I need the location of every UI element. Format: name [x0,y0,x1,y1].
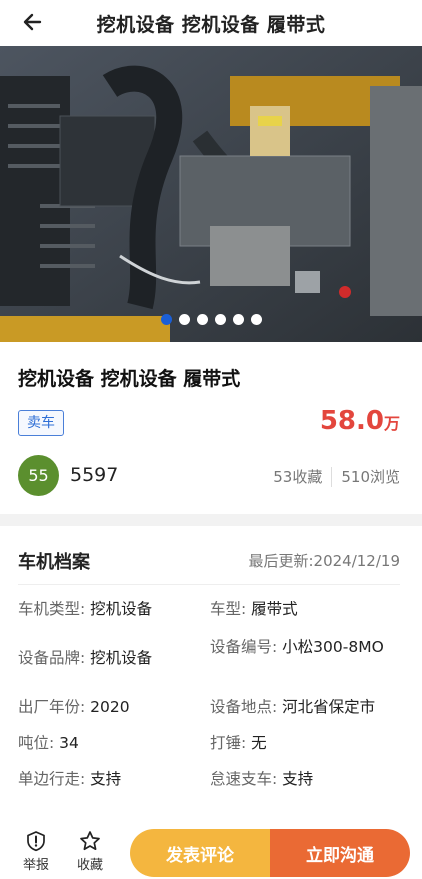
carousel-dot[interactable] [232,314,244,325]
listing-summary: 挖机设备 挖机设备 履带式 卖车 58.0万 55 5597 53收藏 510浏… [0,342,422,514]
machine-profile: 车机档案 最后更新:2024/12/19 车机类型: 挖机设备 车型: 履带式 … [0,526,422,816]
spec-model: 车型: 履带式 [210,598,406,620]
views-count: 510浏览 [341,468,400,486]
favorites-count: 53收藏 [273,468,323,486]
spec-value: 挖机设备 [90,649,153,667]
star-icon [80,831,100,851]
price-value: 58.0 [319,406,384,436]
action-buttons: 发表评论 立即沟通 [130,829,410,877]
stats-divider [331,466,333,487]
spec-value: 2020 [90,698,130,716]
spec-key: 怠速支车: [210,770,278,788]
spec-key: 车型: [210,600,247,618]
contact-button[interactable]: 立即沟通 [270,829,410,877]
favorite-label: 收藏 [76,858,103,873]
spec-single-side-travel: 单边行走: 支持 [18,768,193,790]
report-icon [27,831,45,852]
spec-brand: 设备品牌: 挖机设备 [18,647,193,669]
listing-stats: 53收藏 510浏览 [273,466,400,487]
page-title: 挖机设备 挖机设备 履带式 [96,13,326,36]
spec-year: 出厂年份: 2020 [18,696,193,718]
spec-key: 单边行走: [18,770,86,788]
spec-value: 支持 [282,770,314,788]
carousel-dot[interactable] [196,314,208,325]
last-updated: 最后更新:2024/12/19 [248,552,400,570]
spec-value: 34 [59,734,79,752]
top-bar: 挖机设备 挖机设备 履带式 [0,0,422,46]
spec-idle-support: 怠速支车: 支持 [210,768,406,790]
engine-photo [0,46,422,342]
spec-value: 小松300-8MO [282,638,384,656]
price-unit: 万 [383,414,400,433]
spec-value: 履带式 [251,600,298,618]
arrow-left-icon[interactable] [20,9,46,35]
spec-machine-type: 车机类型: 挖机设备 [18,598,193,620]
section-separator [0,514,422,526]
sale-tag: 卖车 [18,410,64,436]
section-title: 车机档案 [18,552,90,573]
divider [18,584,400,585]
seller-name[interactable]: 5597 [70,464,118,486]
spec-value: 挖机设备 [90,600,153,618]
spec-key: 设备编号: [210,638,278,656]
comment-button[interactable]: 发表评论 [130,829,270,877]
spec-key: 设备品牌: [18,649,86,667]
report-button[interactable]: 举报 [16,830,56,873]
carousel-dot[interactable] [250,314,262,325]
carousel-dot[interactable] [160,314,172,325]
price: 58.0万 [320,406,400,436]
favorite-button[interactable]: 收藏 [70,830,110,873]
carousel-dot[interactable] [214,314,226,325]
carousel-dot[interactable] [178,314,190,325]
spec-value: 无 [251,734,267,752]
spec-key: 出厂年份: [18,698,86,716]
spec-value: 河北省保定市 [282,698,376,716]
spec-location: 设备地点: 河北省保定市 [210,696,406,718]
spec-value: 支持 [90,770,122,788]
spec-key: 吨位: [18,734,55,752]
spec-hammer: 打锤: 无 [210,732,406,754]
spec-key: 车机类型: [18,600,86,618]
avatar[interactable]: 55 [18,455,59,496]
spec-key: 设备地点: [210,698,278,716]
bottom-action-bar: 举报 收藏 发表评论 立即沟通 [0,816,422,879]
listing-title: 挖机设备 挖机设备 履带式 [18,368,241,390]
carousel-indicator [0,314,422,325]
spec-tonnage: 吨位: 34 [18,732,193,754]
report-label: 举报 [22,858,49,873]
spec-key: 打锤: [210,734,247,752]
photo-carousel[interactable] [0,46,422,342]
spec-serial: 设备编号: 小松300-8MO [210,636,406,658]
